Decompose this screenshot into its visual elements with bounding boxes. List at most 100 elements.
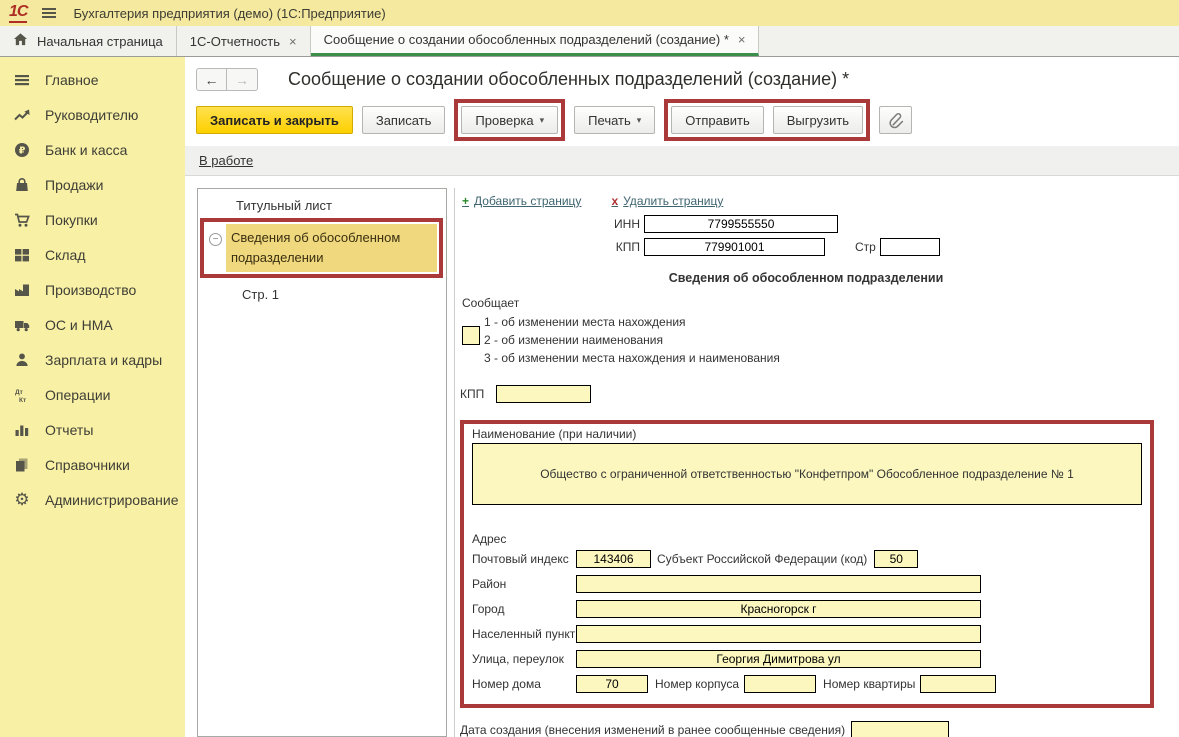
document-header: ← → Сообщение о создании обособленных по… [185,57,1179,96]
region-code-field[interactable] [874,550,918,568]
add-page-label: Добавить страницу [474,194,581,208]
sidebar-item-administrirovanie[interactable]: ⚙ Администрирование [0,482,185,517]
ruble-circle-icon: ₽ [13,142,31,158]
1c-logo: 1С [9,4,27,23]
x-icon: x [611,194,618,208]
sidebar-item-operacii[interactable]: ДтКт Операции [0,377,185,412]
dt-kt-icon: ДтКт [13,387,31,403]
svg-text:Кт: Кт [19,397,26,403]
sidebar-item-label: Справочники [45,457,130,473]
check-dropdown-button[interactable]: Проверка ▾ [461,106,558,134]
sidebar-item-glavnoe[interactable]: Главное [0,62,185,97]
status-in-progress-link[interactable]: В работе [199,153,253,168]
sidebar-item-label: Продажи [45,177,103,193]
home-icon [13,32,28,50]
tab-bar: Начальная страница 1С-Отчетность × Сообщ… [0,26,1179,57]
sidebar-item-rukovoditelyu[interactable]: Руководителю [0,97,185,132]
books-icon [13,457,31,473]
delete-page-label: Удалить страницу [623,194,723,208]
back-button[interactable]: ← [196,68,227,91]
add-page-link[interactable]: + Добавить страницу [462,194,581,208]
chevron-down-icon: ▾ [637,115,642,126]
sidebar-item-label: Отчеты [45,422,93,438]
kpp-field[interactable] [644,238,825,256]
truck-icon [13,317,31,333]
apartment-field[interactable] [920,675,996,693]
delete-page-link[interactable]: x Удалить страницу [611,194,723,208]
page-title: Сообщение о создании обособленных подраз… [288,69,849,90]
sidebar-item-prodazhi[interactable]: Продажи [0,167,185,202]
bar-chart-icon [13,422,31,438]
person-icon [13,352,31,368]
street-field[interactable] [576,650,981,668]
save-button[interactable]: Записать [362,106,446,134]
sidebar-item-zarplata-kadry[interactable]: Зарплата и кадры [0,342,185,377]
menu-lines-icon [13,72,31,88]
region-label: Субъект Российской Федерации (код) [657,552,867,566]
attachments-button[interactable] [879,106,912,134]
settlement-field[interactable] [576,625,981,643]
factory-icon [13,282,31,298]
settlement-label: Населенный пункт [472,627,576,641]
sidebar-item-os-nma[interactable]: ОС и НМА [0,307,185,342]
city-field[interactable] [576,600,981,618]
tree-item-page-1[interactable]: Стр. 1 [198,287,446,302]
print-dropdown-button[interactable]: Печать ▾ [574,106,655,134]
str-label: Стр [855,240,880,254]
send-button[interactable]: Отправить [671,106,763,134]
status-strip: В работе [185,146,1179,176]
sidebar-item-label: Администрирование [45,492,179,508]
sidebar-item-label: Зарплата и кадры [45,352,162,368]
house-field[interactable] [576,675,648,693]
sidebar-item-proizvodstvo[interactable]: Производство [0,272,185,307]
sidebar-item-otchety[interactable]: Отчеты [0,412,185,447]
sidebar-item-sklad[interactable]: Склад [0,237,185,272]
option-2: 2 - об изменении наименования [484,333,780,347]
tab-label: 1С-Отчетность [190,34,280,49]
city-label: Город [472,602,576,616]
postal-field[interactable] [576,550,651,568]
tree-item-selected-section[interactable]: Сведения об обособленном подразделении [226,224,437,272]
paperclip-icon [887,111,905,129]
district-field[interactable] [576,575,981,593]
sidebar-item-spravochniki[interactable]: Справочники [0,447,185,482]
building-field[interactable] [744,675,816,693]
print-label: Печать [588,113,631,128]
sidebar-item-label: Главное [45,72,99,88]
option-1: 1 - об изменении места нахождения [484,315,780,329]
collapse-icon[interactable]: − [209,233,222,246]
history-nav: ← → [196,68,258,91]
inn-label: ИНН [460,217,644,231]
inn-field[interactable] [644,215,838,233]
main-menu-icon[interactable] [41,5,57,21]
sidebar-item-bank-kassa[interactable]: ₽ Банк и касса [0,132,185,167]
apartment-label: Номер квартиры [823,677,915,691]
tab-home[interactable]: Начальная страница [0,26,177,56]
name-field[interactable]: Общество с ограниченной ответственностью… [472,443,1142,505]
house-label: Номер дома [472,677,576,691]
sidebar-item-label: Руководителю [45,107,138,123]
form-panel: + Добавить страницу x Удалить страницу И… [454,188,1179,737]
str-field[interactable] [880,238,940,256]
tree-item-title-sheet[interactable]: Титульный лист [198,198,446,213]
tab-message-document[interactable]: Сообщение о создании обособленных подраз… [311,26,760,56]
page-actions: + Добавить страницу x Удалить страницу [462,194,1171,208]
sidebar-item-label: Склад [45,247,86,263]
annotation-box-tree-selection: − Сведения об обособленном подразделении [200,218,443,278]
close-tab-icon[interactable]: × [738,32,746,47]
report-code-field[interactable] [462,326,480,345]
check-label: Проверка [475,113,533,128]
kpp2-field[interactable] [496,385,591,403]
gear-icon: ⚙ [13,491,31,508]
option-3: 3 - об изменении места нахождения и наим… [484,351,780,365]
cart-icon [13,212,31,228]
close-tab-icon[interactable]: × [289,34,297,49]
sidebar-item-pokupki[interactable]: Покупки [0,202,185,237]
save-and-close-button[interactable]: Записать и закрыть [196,106,353,134]
export-button[interactable]: Выгрузить [773,106,863,134]
sidebar-item-label: Банк и касса [45,142,127,158]
tab-1c-reporting[interactable]: 1С-Отчетность × [177,26,311,56]
forward-button[interactable]: → [227,68,258,91]
address-label: Адрес [472,532,1142,546]
creation-date-field[interactable] [851,721,949,737]
